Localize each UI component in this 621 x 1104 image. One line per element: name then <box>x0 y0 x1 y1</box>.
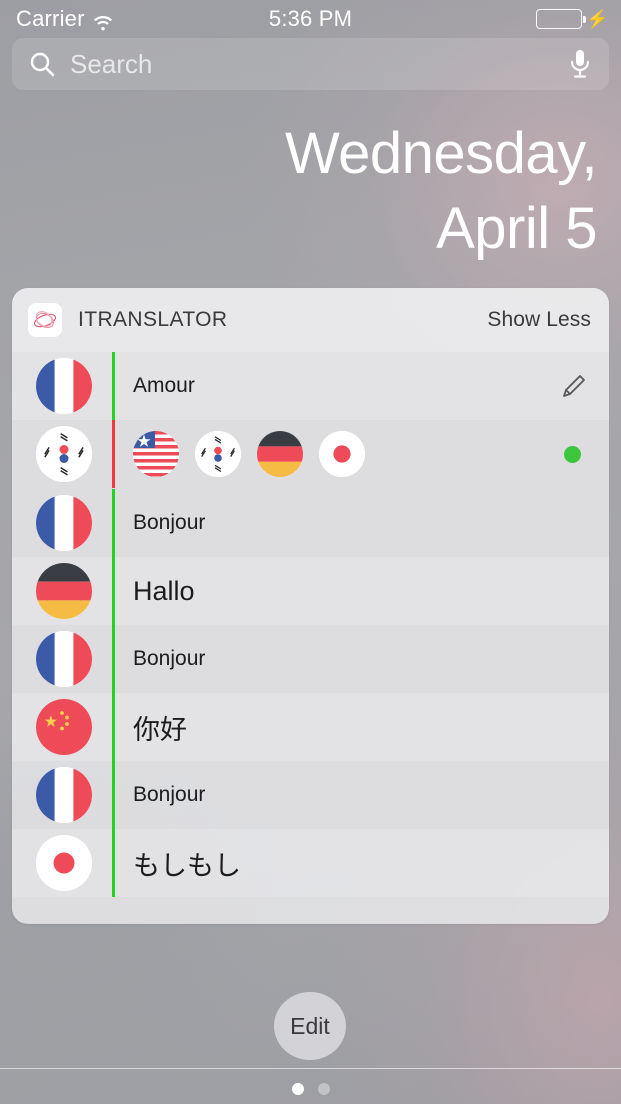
status-bar-right: ⚡ <box>536 9 609 29</box>
flag-de-icon[interactable] <box>257 431 303 477</box>
flag-de-icon <box>36 563 92 619</box>
page-dot-1[interactable] <box>291 1083 304 1095</box>
source-bar <box>112 420 115 488</box>
date-line-weekday: Wednesday, <box>284 121 598 186</box>
translation-text: Amour <box>133 374 195 397</box>
translation-group: Bonjour Hallo Bonjour 你好 Bonjour もしもし <box>12 489 609 897</box>
list-item[interactable]: Bonjour <box>12 489 609 557</box>
list-item[interactable]: Bonjour <box>12 625 609 693</box>
page-indicator[interactable] <box>0 1074 621 1104</box>
flag-kr-icon[interactable] <box>195 431 241 477</box>
source-bar <box>112 489 115 557</box>
edit-button[interactable]: Edit <box>274 992 346 1060</box>
translation-text: Bonjour <box>133 511 206 534</box>
lightning-bolt-icon: ⚡ <box>586 9 609 29</box>
target-bar <box>112 693 115 761</box>
flag-jp-icon[interactable] <box>319 431 365 477</box>
widget-bottom-padding <box>12 897 609 923</box>
list-item[interactable]: Bonjour <box>12 761 609 829</box>
widget-header: ITRANSLATOR Show Less <box>12 288 609 352</box>
list-item[interactable]: 你好 <box>12 693 609 761</box>
list-item[interactable]: もしもし <box>12 829 609 897</box>
battery-full-icon <box>536 9 587 29</box>
edit-button-label: Edit <box>290 1012 330 1039</box>
microphone-icon[interactable] <box>567 48 593 80</box>
status-badge <box>564 445 581 463</box>
date-line-day: April 5 <box>436 196 597 262</box>
page-dot-2[interactable] <box>317 1083 330 1095</box>
target-bar <box>112 557 115 625</box>
home-screen-today-view: Carrier 5:36 PM ⚡ Search Wednesday, Apri… <box>0 0 621 1104</box>
itranslator-widget: ITRANSLATOR Show Less Amour Bonjour Hall… <box>12 288 609 924</box>
translation-text: もしもし <box>133 850 241 881</box>
flag-fr-icon <box>36 495 92 551</box>
search-input[interactable] <box>70 48 567 80</box>
flag-jp-icon <box>36 835 92 891</box>
flag-fr-icon <box>36 767 92 823</box>
list-item[interactable]: Hallo <box>12 557 609 625</box>
date-heading: Wednesday, April 5 <box>0 116 598 267</box>
show-less-button[interactable]: Show Less <box>487 308 591 332</box>
source-bar <box>112 352 115 420</box>
target-language-flags <box>133 431 564 477</box>
bottom-divider <box>0 1068 621 1069</box>
translation-text: Hallo <box>133 575 195 606</box>
source-bar <box>112 625 115 693</box>
status-bar: Carrier 5:36 PM ⚡ <box>0 0 621 38</box>
status-bar-clock: 5:36 PM <box>268 6 353 31</box>
target-bar <box>112 829 115 897</box>
widget-app-name: ITRANSLATOR <box>78 308 228 331</box>
list-item[interactable]: Amour <box>12 352 609 420</box>
flag-us-icon[interactable] <box>133 431 179 477</box>
translation-text: Bonjour <box>133 783 206 806</box>
translation-group: Amour <box>12 352 609 488</box>
flag-fr-icon <box>36 358 92 414</box>
search-bar[interactable] <box>12 38 609 90</box>
translation-text: 你好 <box>133 714 187 745</box>
flag-fr-icon <box>36 631 92 687</box>
search-icon <box>28 50 56 78</box>
translation-text: Bonjour <box>133 647 206 670</box>
pencil-icon[interactable] <box>559 371 589 401</box>
flag-kr-icon <box>36 426 92 482</box>
list-item[interactable] <box>12 420 609 488</box>
source-bar <box>112 761 115 829</box>
itranslator-swirl-icon <box>28 303 62 337</box>
flag-cn-icon <box>36 699 92 755</box>
